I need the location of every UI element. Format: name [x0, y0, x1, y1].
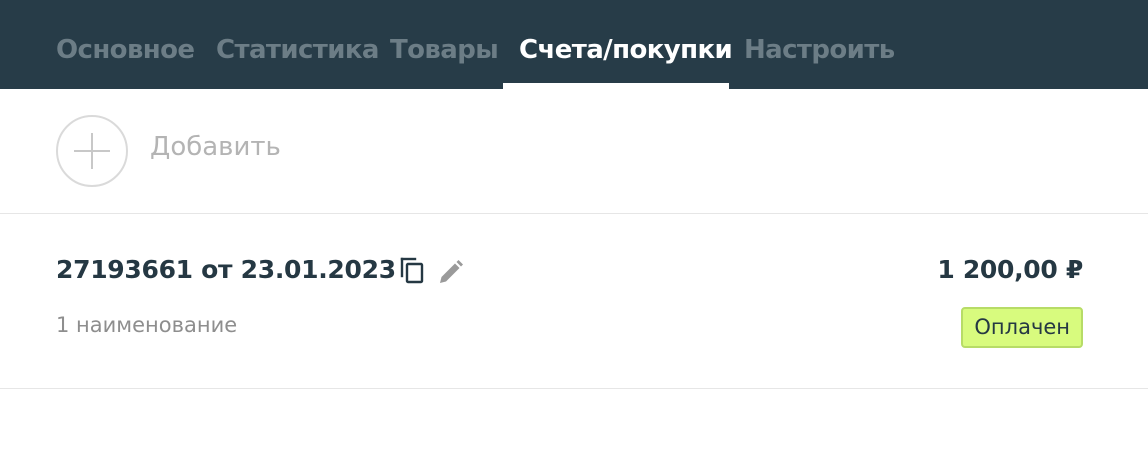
tab-bar: Основное Статистика Товары Счета/покупки…	[0, 0, 1148, 89]
tab-scheta-pokupki[interactable]: Счета/покупки	[519, 0, 733, 89]
status-badge: Оплачен	[961, 307, 1083, 348]
add-button[interactable]	[56, 115, 128, 187]
invoice-title[interactable]: 27193661 от 23.01.2023	[56, 255, 396, 284]
edit-icon[interactable]	[437, 258, 465, 286]
invoice-amount: 1 200,00 ₽	[937, 255, 1083, 284]
invoice-row[interactable]: 27193661 от 23.01.2023 1 наименование 1 …	[0, 215, 1148, 389]
items-count: 1 наименование	[56, 313, 238, 337]
plus-icon	[74, 133, 110, 169]
tab-tovary[interactable]: Товары	[390, 0, 499, 89]
tab-statistika[interactable]: Статистика	[216, 0, 379, 89]
copy-icon[interactable]	[398, 255, 426, 285]
tab-nastroit[interactable]: Настроить	[744, 0, 895, 89]
tab-osnovnoe[interactable]: Основное	[56, 0, 195, 89]
add-label[interactable]: Добавить	[150, 132, 281, 162]
add-row: Добавить	[0, 89, 1148, 214]
